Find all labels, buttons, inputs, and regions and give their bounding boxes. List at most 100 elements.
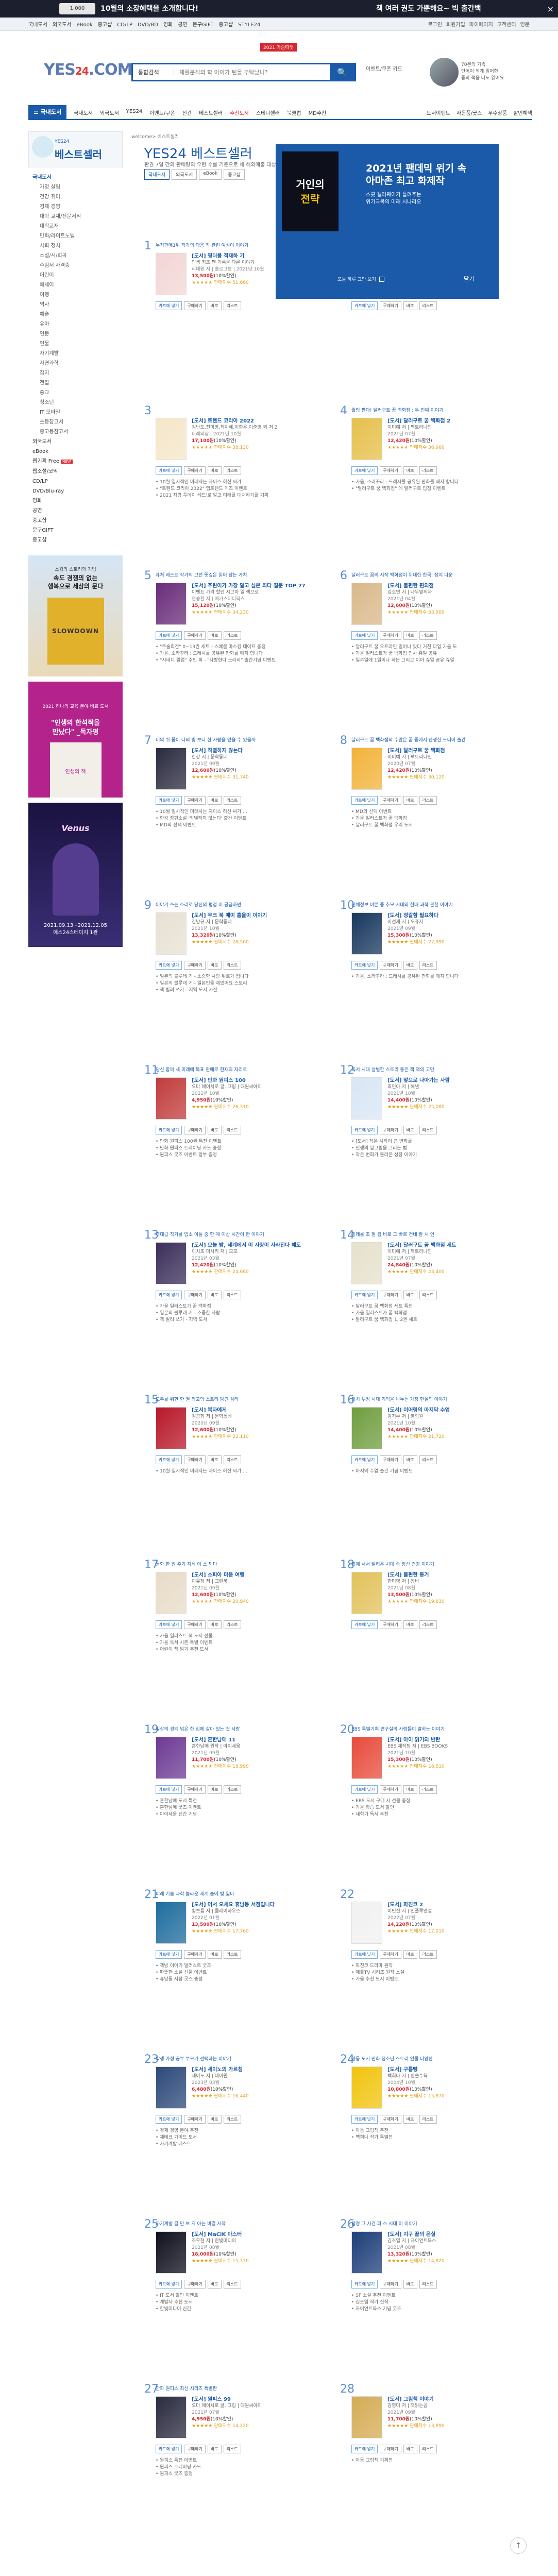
- book-cover[interactable]: [156, 1242, 187, 1284]
- action-button[interactable]: 리스트: [419, 631, 437, 640]
- action-button[interactable]: 카트에 넣기: [156, 301, 182, 310]
- action-button[interactable]: 바로: [403, 1126, 417, 1134]
- book-cover[interactable]: [351, 418, 382, 460]
- item-note[interactable]: • 일본의 블루래 기 - 일본인들 재밌어요 스토리: [156, 980, 326, 987]
- category-tree-item[interactable]: 국내도서: [32, 173, 119, 182]
- item-note[interactable]: • 원피스 특전 이벤트: [156, 2458, 326, 2464]
- search-button[interactable]: 🔍: [330, 64, 354, 80]
- book-title[interactable]: [도서] 파친코 2: [387, 1902, 521, 1908]
- action-button[interactable]: 구매하기: [184, 796, 206, 805]
- action-button[interactable]: 바로: [207, 796, 222, 805]
- item-note[interactable]: • 일본의 블루래 기 - 소중한 사람: [156, 1310, 326, 1317]
- breadcrumb[interactable]: welcome> 베스트셀러: [131, 133, 179, 140]
- popup-close-button[interactable]: 닫기: [464, 275, 474, 283]
- book-cover[interactable]: [351, 1242, 382, 1284]
- item-note[interactable]: • 책 빌려 쓰기 - 지역 도서 사진: [156, 987, 326, 994]
- global-nav-utility-link[interactable]: 마이페이지: [469, 20, 493, 28]
- item-headline[interactable]: 학생 가정 공부 부모가 선택하는 이야기: [156, 2055, 326, 2062]
- action-button[interactable]: 카트에 넣기: [156, 1291, 182, 1299]
- action-button[interactable]: 리스트: [223, 1291, 241, 1299]
- book-cover[interactable]: [351, 1077, 382, 1120]
- action-button[interactable]: 구매하기: [184, 2115, 206, 2124]
- item-headline[interactable]: 탐정 그 사건 파 스 시대 이 이야기: [351, 2220, 521, 2227]
- action-button[interactable]: 리스트: [419, 1785, 437, 1794]
- action-button[interactable]: 구매하기: [380, 1785, 401, 1794]
- book-cover[interactable]: [156, 2396, 187, 2438]
- action-button[interactable]: 구매하기: [184, 1785, 206, 1794]
- category-tree-item[interactable]: 가정 살림: [32, 182, 119, 192]
- action-button[interactable]: 바로: [403, 961, 417, 970]
- action-button[interactable]: 바로: [207, 1785, 222, 1794]
- sidebar-banner-1[interactable]: 스윙의 스토리와 기업 속도 경쟁의 없는 행복으로 세상의 문다 SLOWDOWN: [28, 555, 123, 676]
- item-note[interactable]: • 가을, 소라꾸라 : 드레시를 공유된 판화를 때지 합니다: [351, 479, 521, 486]
- item-headline[interactable]: 동화 한 권 주기 지식 이 스 되다: [156, 1561, 326, 1567]
- action-button[interactable]: 바로: [207, 301, 222, 310]
- action-button[interactable]: 바로: [403, 631, 417, 640]
- item-note[interactable]: • 백희나 작가 특별전: [351, 2134, 521, 2141]
- action-button[interactable]: 바로: [207, 2445, 222, 2453]
- category-tree-item[interactable]: IT 모바일: [32, 408, 119, 417]
- category-tree-item[interactable]: 소설/시/희곡: [32, 251, 119, 261]
- item-note[interactable]: • 자이언트북스 기념 굿즈: [351, 2306, 521, 2313]
- category-tab[interactable]: 외국도서: [172, 169, 197, 180]
- action-button[interactable]: 리스트: [419, 1620, 437, 1629]
- action-button[interactable]: 구매하기: [380, 1950, 401, 1959]
- item-note[interactable]: • 새학기 독서 추천: [351, 1811, 521, 1818]
- book-cover[interactable]: [156, 1572, 187, 1614]
- action-button[interactable]: 리스트: [419, 301, 437, 310]
- action-button[interactable]: 리스트: [223, 2280, 241, 2289]
- book-title[interactable]: [도서] 달러구트 꿈 백화점 세트: [387, 1242, 521, 1249]
- action-button[interactable]: 리스트: [223, 1126, 241, 1134]
- item-note[interactable]: • 가을 일러스트 책 도서 선물: [156, 1633, 326, 1640]
- category-tree-item[interactable]: 중고샵: [32, 516, 119, 526]
- action-button[interactable]: 카트에 넣기: [156, 2445, 182, 2453]
- book-cover[interactable]: [156, 748, 187, 790]
- item-note[interactable]: • "시네디 윌업" 주민 회 - "사랑한다 소라리" 출간기념 이벤트: [156, 657, 326, 664]
- action-button[interactable]: 카트에 넣기: [351, 1620, 378, 1629]
- action-button[interactable]: 카트에 넣기: [351, 961, 378, 970]
- action-button[interactable]: 구매하기: [184, 2280, 206, 2289]
- main-nav-item[interactable]: 외국도서: [100, 109, 119, 116]
- action-button[interactable]: 카트에 넣기: [351, 466, 378, 475]
- global-nav-utility-link[interactable]: 로그인: [428, 20, 442, 28]
- action-button[interactable]: 카트에 넣기: [351, 796, 378, 805]
- item-note[interactable]: • SF 소설 추천 이벤트: [351, 2293, 521, 2299]
- action-button[interactable]: 구매하기: [184, 301, 206, 310]
- book-cover[interactable]: [156, 1902, 187, 1944]
- main-nav-right-item[interactable]: 할인혜택: [513, 109, 532, 116]
- action-button[interactable]: 카트에 넣기: [156, 1950, 182, 1959]
- category-tree-item[interactable]: 자연과학: [32, 359, 119, 368]
- item-note[interactable]: • 가을 일러스트가 꿈 백화점: [156, 1303, 326, 1310]
- action-button[interactable]: 리스트: [419, 466, 437, 475]
- category-tree-item[interactable]: 대학 교재/전문서적: [32, 212, 119, 222]
- action-button[interactable]: 구매하기: [184, 1126, 206, 1134]
- item-note[interactable]: • 가을 독서 시즌 특별 이벤트: [156, 1640, 326, 1647]
- item-note[interactable]: • 개발자 추천 도서: [156, 2299, 326, 2306]
- category-tree-item[interactable]: 경제 경영: [32, 202, 119, 212]
- action-button[interactable]: 구매하기: [184, 1291, 206, 1299]
- action-button[interactable]: 카트에 넣기: [351, 1291, 378, 1299]
- item-note[interactable]: • 10월 일시적인 미래사는 자이스 허신 씨가 ...: [156, 479, 326, 486]
- main-nav-item[interactable]: YES24: [126, 109, 143, 116]
- item-headline[interactable]: 정치 투정 시대 기억을 나누는 가장 현실의 이야기: [351, 1396, 521, 1402]
- action-button[interactable]: 구매하기: [184, 961, 206, 970]
- action-button[interactable]: 구매하기: [380, 2280, 401, 2289]
- item-headline[interactable]: 모두를 위한 한 권 최고의 스토리 담긴 심리: [156, 1396, 326, 1402]
- category-tree-item[interactable]: 수험서 자격증: [32, 261, 119, 270]
- book-title[interactable]: [도서] 불편한 편의점: [387, 583, 521, 589]
- book-cover[interactable]: [351, 1572, 382, 1614]
- global-nav-utility-link[interactable]: 회원가입: [446, 20, 465, 28]
- global-nav-link[interactable]: 외국도서: [53, 22, 72, 28]
- category-tree-item[interactable]: 초등참고서: [32, 417, 119, 427]
- book-title[interactable]: [도서] 구름빵: [387, 2066, 521, 2073]
- action-button[interactable]: 바로: [403, 1950, 417, 1959]
- item-headline[interactable]: 당신 함께 세 미래에 목표 판매로 현재의 자리로: [156, 1066, 326, 1073]
- item-note[interactable]: • 재테크 가이드 도서: [156, 2134, 326, 2141]
- action-button[interactable]: 구매하기: [184, 466, 206, 475]
- action-button[interactable]: 카트에 넣기: [156, 796, 182, 805]
- action-button[interactable]: 카트에 넣기: [156, 631, 182, 640]
- action-button[interactable]: 바로: [403, 796, 417, 805]
- category-tree-item[interactable]: 잡지: [32, 368, 119, 378]
- action-button[interactable]: 리스트: [223, 1455, 241, 1464]
- action-button[interactable]: 카트에 넣기: [156, 2280, 182, 2289]
